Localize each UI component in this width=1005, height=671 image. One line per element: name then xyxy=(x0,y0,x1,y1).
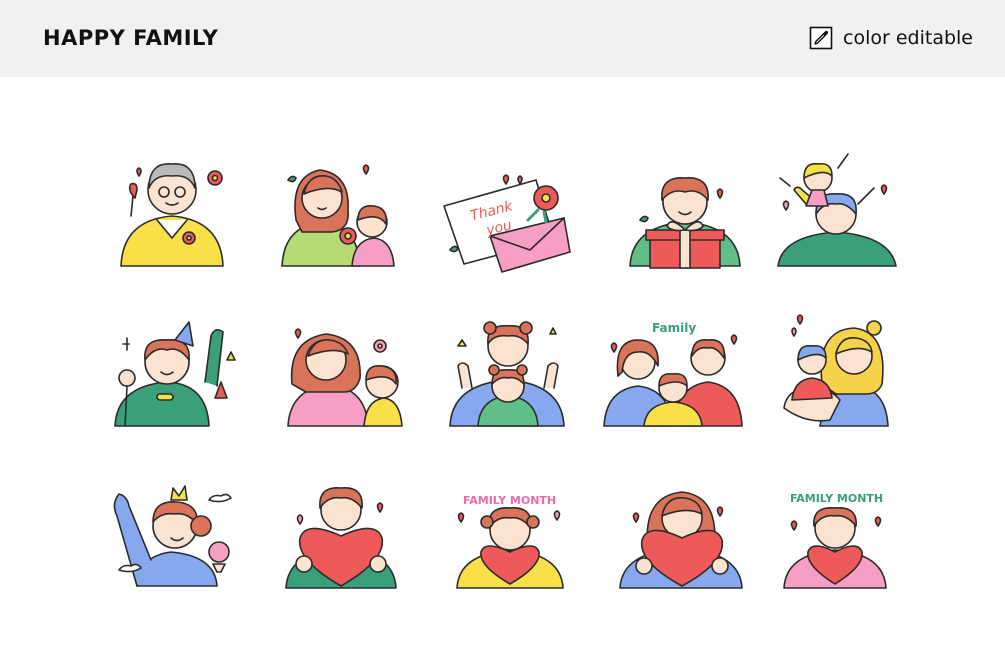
sticker-blonde-mother-baby xyxy=(770,300,920,450)
color-editable-label: color editable xyxy=(843,27,973,49)
sticker-girl-heart-family-month: FAMILY MONTH xyxy=(435,460,585,610)
sticker-grandpa-flowers xyxy=(97,140,247,290)
page-title: HAPPY FAMILY xyxy=(43,26,219,50)
sticker-mother-hugging-child xyxy=(270,300,420,450)
eyedropper-icon xyxy=(809,26,833,50)
sticker-boy-gift-box xyxy=(610,140,760,290)
color-editable-badge: color editable xyxy=(809,26,973,50)
sticker-parent-with-bear-ears-child xyxy=(432,300,582,450)
sticker-mother-heart xyxy=(606,460,756,610)
sticker-boy-party-hat xyxy=(97,300,247,450)
sticker-mother-child-flower xyxy=(262,140,412,290)
sticker-family-of-three: Family xyxy=(598,300,748,450)
sticker-thank-you-letter: Thank you xyxy=(430,140,580,290)
family-caption: Family xyxy=(652,321,696,335)
svg-text:FAMILY MONTH: FAMILY MONTH xyxy=(790,492,883,505)
sticker-woman-heart xyxy=(266,460,416,610)
family-month-caption: FAMILY MONTH xyxy=(463,494,556,507)
sticker-girl-princess-crown xyxy=(97,460,247,610)
header-bar: HAPPY FAMILY color editable xyxy=(0,0,1005,77)
sticker-boy-heart-family-month: FAMILY MONTH xyxy=(760,460,910,610)
sticker-girl-on-shoulders xyxy=(766,140,916,290)
